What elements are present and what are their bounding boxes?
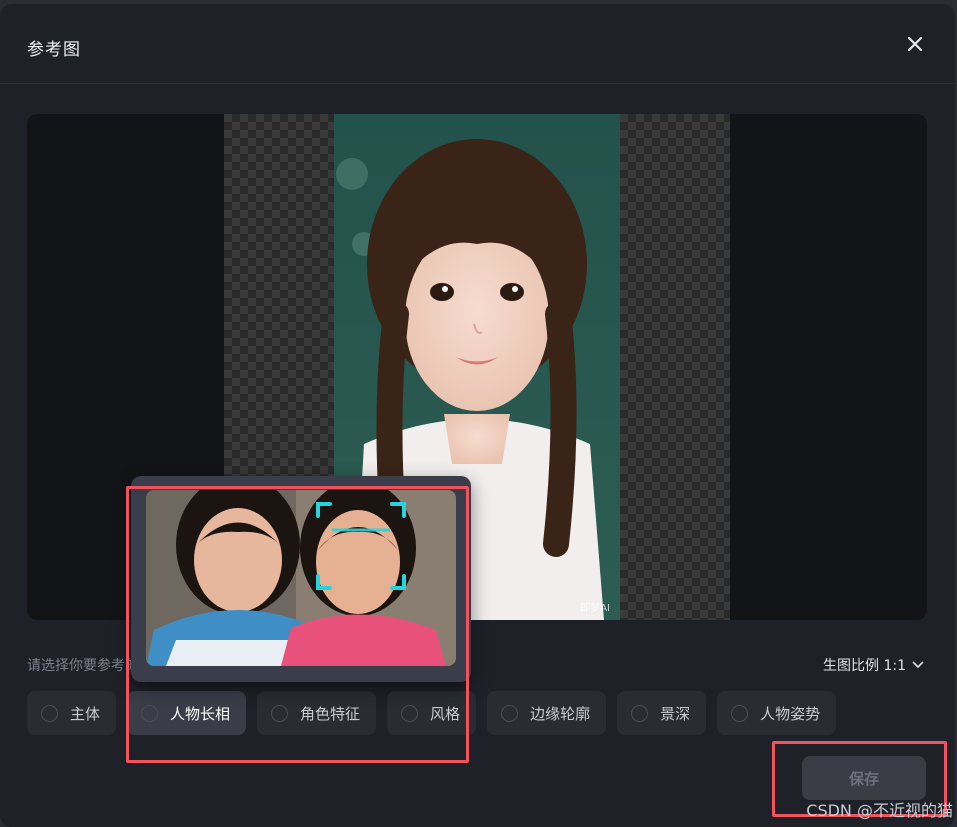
option-label: 人物姿势 <box>760 704 821 723</box>
chevron-down-icon <box>912 661 924 669</box>
close-icon[interactable] <box>905 34 925 54</box>
option-subject[interactable]: 主体 <box>27 691 117 735</box>
radio-icon[interactable] <box>41 704 58 722</box>
save-button[interactable]: 保存 <box>802 756 926 800</box>
option-face[interactable]: 人物长相 <box>127 691 247 735</box>
transparent-padding-right <box>620 114 730 620</box>
option-label: 景深 <box>660 704 691 723</box>
option-style[interactable]: 风格 <box>387 691 477 735</box>
reference-options: 主体 人物长相 角色特征 风格 边缘轮廓 景深 人物姿势 <box>27 691 837 735</box>
radio-icon[interactable] <box>501 704 519 722</box>
dialog-header: 参考图 <box>0 4 955 84</box>
option-character-features[interactable]: 角色特征 <box>257 691 377 735</box>
option-label: 主体 <box>70 704 101 723</box>
face-example-image <box>146 490 456 666</box>
option-edge-contour[interactable]: 边缘轮廓 <box>487 691 607 735</box>
option-label: 边缘轮廓 <box>530 704 591 723</box>
option-label: 风格 <box>430 704 461 723</box>
reference-image-dialog: 参考图 即梦AI 请选择你要参考的内容 生图比例 1:1 主体 人物长相 角色特… <box>0 4 955 827</box>
option-pose[interactable]: 人物姿势 <box>717 691 837 735</box>
radio-icon[interactable] <box>271 704 289 722</box>
option-label: 人物长相 <box>170 704 231 723</box>
ai-watermark: 即梦AI <box>580 603 610 614</box>
radio-icon[interactable] <box>731 704 749 722</box>
option-label: 角色特征 <box>300 704 361 723</box>
aspect-ratio-label: 生图比例 1:1 <box>823 658 906 674</box>
radio-icon[interactable] <box>631 704 649 722</box>
aspect-ratio-dropdown[interactable]: 生图比例 1:1 <box>823 655 924 675</box>
option-depth-of-field[interactable]: 景深 <box>617 691 707 735</box>
csdn-watermark: CSDN @不近视的猫 <box>806 801 953 820</box>
dialog-title: 参考图 <box>27 40 81 60</box>
radio-icon[interactable] <box>141 704 159 722</box>
face-reference-tooltip <box>131 476 471 682</box>
radio-icon[interactable] <box>401 704 419 722</box>
